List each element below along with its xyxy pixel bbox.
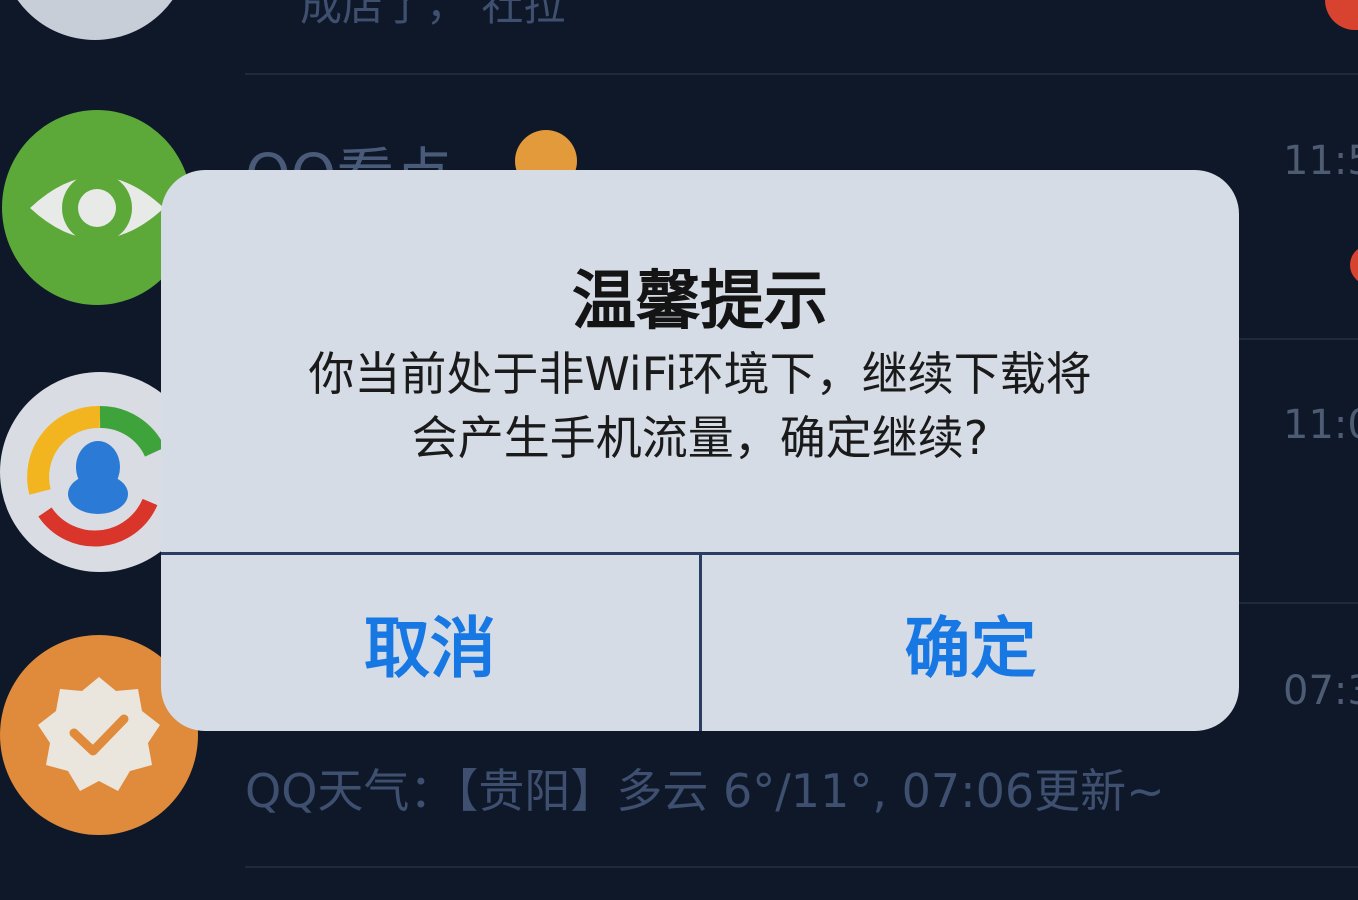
unread-badge-row2: [1350, 245, 1358, 285]
row3-time: 11:0: [1283, 402, 1358, 448]
confirm-button[interactable]: 确定: [702, 555, 1239, 731]
row4-time: 07:3: [1283, 668, 1358, 714]
row1-preview: 成店了， 社拉: [300, 0, 566, 30]
alert-title: 温馨提示: [572, 265, 828, 339]
avatar-row1[interactable]: [0, 0, 190, 40]
row-divider: [245, 73, 1358, 75]
unread-badge-row1: [1325, 0, 1358, 30]
alert-message: 你当前处于非WiFi环境下，继续下载将 会产生手机流量，确定继续?: [231, 342, 1169, 470]
row4-preview: QQ天气：【贵阳】多云 6°/11°, 07:06更新~: [245, 764, 1165, 818]
chat-list-screen: 成店了， 社拉 QQ看点 11:5 11:0 07:3 QQ天气：【贵阳】多云 …: [0, 0, 1358, 900]
cancel-button[interactable]: 取消: [161, 555, 699, 731]
alert-message-line2: 会产生手机流量，确定继续?: [411, 411, 989, 465]
row-divider: [245, 866, 1358, 868]
alert-message-line1: 你当前处于非WiFi环境下，继续下载将: [308, 347, 1092, 401]
row2-time: 11:5: [1283, 138, 1358, 184]
